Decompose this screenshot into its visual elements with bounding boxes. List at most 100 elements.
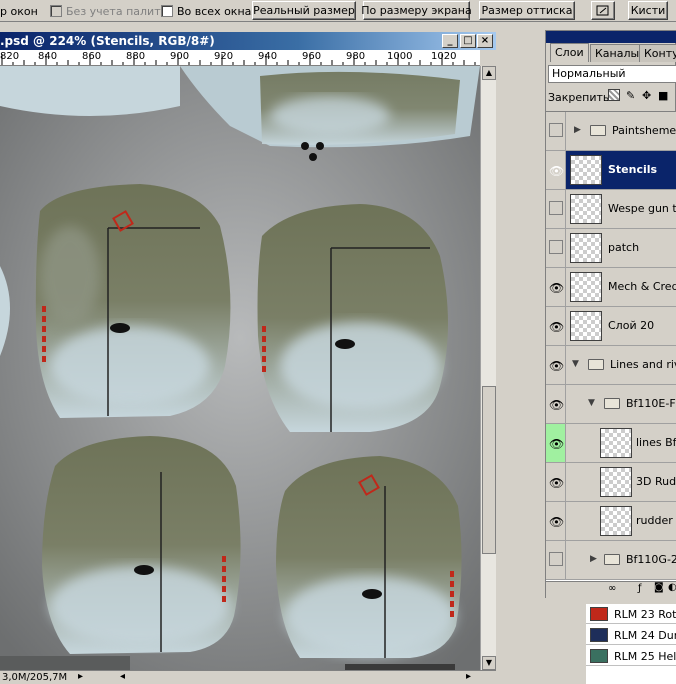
ruler-label: 840 xyxy=(38,51,58,62)
swatch-row[interactable]: RLM 25 Hellgrü xyxy=(586,646,676,666)
vertical-scrollbar[interactable]: ▲ ▼ xyxy=(480,66,496,670)
layer-row-patch[interactable]: patch xyxy=(546,229,676,268)
scroll-up-button[interactable]: ▲ xyxy=(482,66,496,80)
visibility-toggle[interactable] xyxy=(546,190,566,228)
visibility-toggle[interactable]: 👁 xyxy=(546,268,566,306)
image-canvas[interactable] xyxy=(0,66,480,670)
options-bar: р окон Без учета палитр Во всех окнах Ре… xyxy=(0,0,676,22)
swatch-row[interactable]: RLM 24 Dunke xyxy=(586,625,676,645)
layer-row-lines-and-rivets[interactable]: 👁 ▼ Lines and rivets xyxy=(546,346,676,385)
adjustment-icon[interactable]: ◐ xyxy=(668,582,676,593)
lock-label: Закрепить: xyxy=(548,91,614,104)
layer-row-3d-rudd[interactable]: 👁 3D Rudd xyxy=(546,463,676,502)
ruler-label: 820 xyxy=(0,51,20,62)
link-icon[interactable]: ∞ xyxy=(608,583,616,594)
layer-row-mech-credits[interactable]: 👁 Mech & Credits xyxy=(546,268,676,307)
visibility-toggle[interactable] xyxy=(546,229,566,267)
folder-icon xyxy=(604,398,620,409)
layer-mask-icon[interactable]: ◙ xyxy=(654,582,664,593)
fit-screen-button[interactable]: По размеру экрана xyxy=(361,1,472,20)
layer-name: 3D Rudd xyxy=(636,475,676,488)
maximize-button[interactable]: □ xyxy=(460,34,476,48)
ruler-label: 920 xyxy=(214,51,234,62)
lock-paint-icon[interactable]: ✎ xyxy=(626,89,635,102)
tab-paths[interactable]: Конту xyxy=(639,44,676,62)
layer-row-sloi-20[interactable]: 👁 Слой 20 xyxy=(546,307,676,346)
eye-icon: 👁 xyxy=(549,320,565,334)
actual-size-button[interactable]: Реальный размер xyxy=(252,1,356,20)
layer-row-paintshemes[interactable]: ▶ Paintshemes xyxy=(546,112,676,151)
eye-icon: 👁 xyxy=(549,398,565,412)
layer-row-rudder-li[interactable]: 👁 rudder li xyxy=(546,502,676,541)
all-windows-checkbox[interactable]: Во всех окнах xyxy=(161,4,258,18)
layer-row-bf110e-f[interactable]: 👁 ▼ Bf110E-F xyxy=(546,385,676,424)
visibility-toggle[interactable]: 👁 xyxy=(546,346,566,384)
folder-icon xyxy=(588,359,604,370)
layers-panel-titlebar[interactable] xyxy=(546,31,676,43)
no-palette-box[interactable] xyxy=(50,5,62,17)
layer-name: Слой 20 xyxy=(608,319,655,332)
tool-preset-icon[interactable] xyxy=(591,1,615,20)
scroll-right-icon[interactable]: ▸ xyxy=(466,671,471,682)
hidden-indicator xyxy=(549,552,563,566)
document-title: .psd @ 224% (Stencils, RGB/8#) xyxy=(0,34,215,48)
ruler-label: 960 xyxy=(302,51,322,62)
visibility-toggle[interactable]: 👁 xyxy=(546,424,566,462)
lock-all-icon[interactable]: ■ xyxy=(658,89,668,102)
folder-icon xyxy=(590,125,606,136)
layer-name: Paintshemes xyxy=(612,124,676,137)
texture-artwork xyxy=(0,66,480,670)
scroll-down-button[interactable]: ▼ xyxy=(482,656,496,670)
visibility-toggle[interactable] xyxy=(546,112,566,150)
layer-name: rudder li xyxy=(636,514,676,527)
blend-mode-select[interactable]: Нормальный xyxy=(548,65,676,83)
layer-row-bf110g-2[interactable]: ▶ Bf110G-2 xyxy=(546,541,676,580)
layer-thumbnail xyxy=(570,155,602,185)
status-bar: 3,0M/205,7M ▸ ◂ ▸ xyxy=(0,670,496,684)
swatch-color xyxy=(590,649,608,663)
lock-transparency-icon[interactable] xyxy=(608,89,620,101)
tab-layers[interactable]: Слои xyxy=(550,43,589,62)
no-palette-label: Без учета палитр xyxy=(66,4,168,18)
layer-name: Stencils xyxy=(608,163,658,176)
eye-icon: 👁 xyxy=(549,359,565,373)
no-palette-checkbox[interactable]: Без учета палитр xyxy=(50,4,168,18)
layer-row-stencils[interactable]: 👁 Stencils xyxy=(546,151,676,190)
brushes-button[interactable]: Кисти xyxy=(628,1,668,20)
visibility-toggle[interactable]: 👁 xyxy=(546,502,566,540)
visibility-toggle[interactable]: 👁 xyxy=(546,463,566,501)
expand-triangle-icon[interactable]: ▶ xyxy=(574,125,581,135)
layer-thumbnail xyxy=(600,428,632,458)
collapse-triangle-icon[interactable]: ▼ xyxy=(588,398,595,408)
layer-list: ▶ Paintshemes 👁 Stencils Wespe gun tube … xyxy=(546,111,676,581)
close-button[interactable]: × xyxy=(477,34,493,48)
all-windows-partial-text: р окон xyxy=(0,4,38,18)
tab-channels[interactable]: Каналы xyxy=(590,44,645,62)
swatch-name: RLM 24 Dunke xyxy=(614,629,676,642)
expand-triangle-icon[interactable]: ▶ xyxy=(590,554,597,564)
layer-name: Lines and rivets xyxy=(610,358,676,371)
layer-style-icon[interactable]: ƒ xyxy=(638,583,642,594)
collapse-triangle-icon[interactable]: ▼ xyxy=(572,359,579,369)
minimize-button[interactable]: _ xyxy=(442,34,458,48)
layer-row-wespe-gun-tube[interactable]: Wespe gun tube xyxy=(546,190,676,229)
ruler-label: 980 xyxy=(346,51,366,62)
visibility-toggle[interactable]: 👁 xyxy=(546,385,566,423)
memory-status: 3,0M/205,7M xyxy=(2,672,68,683)
print-size-button[interactable]: Размер оттиска xyxy=(479,1,575,20)
lock-move-icon[interactable]: ✥ xyxy=(642,89,651,102)
layer-name: Bf110E-F xyxy=(626,397,676,410)
document-title-bar[interactable]: .psd @ 224% (Stencils, RGB/8#) _ □ × xyxy=(0,32,496,50)
swatch-row[interactable]: RLM 23 Rot xyxy=(586,604,676,624)
status-arrow-icon[interactable]: ▸ xyxy=(78,671,83,682)
all-windows-box[interactable] xyxy=(161,5,173,17)
visibility-toggle[interactable]: 👁 xyxy=(546,307,566,345)
layer-thumbnail xyxy=(570,311,602,341)
visibility-toggle[interactable] xyxy=(546,541,566,579)
scroll-thumb[interactable] xyxy=(482,386,496,554)
swatches-panel: RLM 23 Rot RLM 24 Dunke RLM 25 Hellgrü xyxy=(586,604,676,684)
swatch-color xyxy=(590,607,608,621)
scroll-left-icon[interactable]: ◂ xyxy=(120,671,125,682)
visibility-toggle[interactable]: 👁 xyxy=(546,151,566,189)
layer-row-lines-bf1[interactable]: 👁 lines Bf1 xyxy=(546,424,676,463)
